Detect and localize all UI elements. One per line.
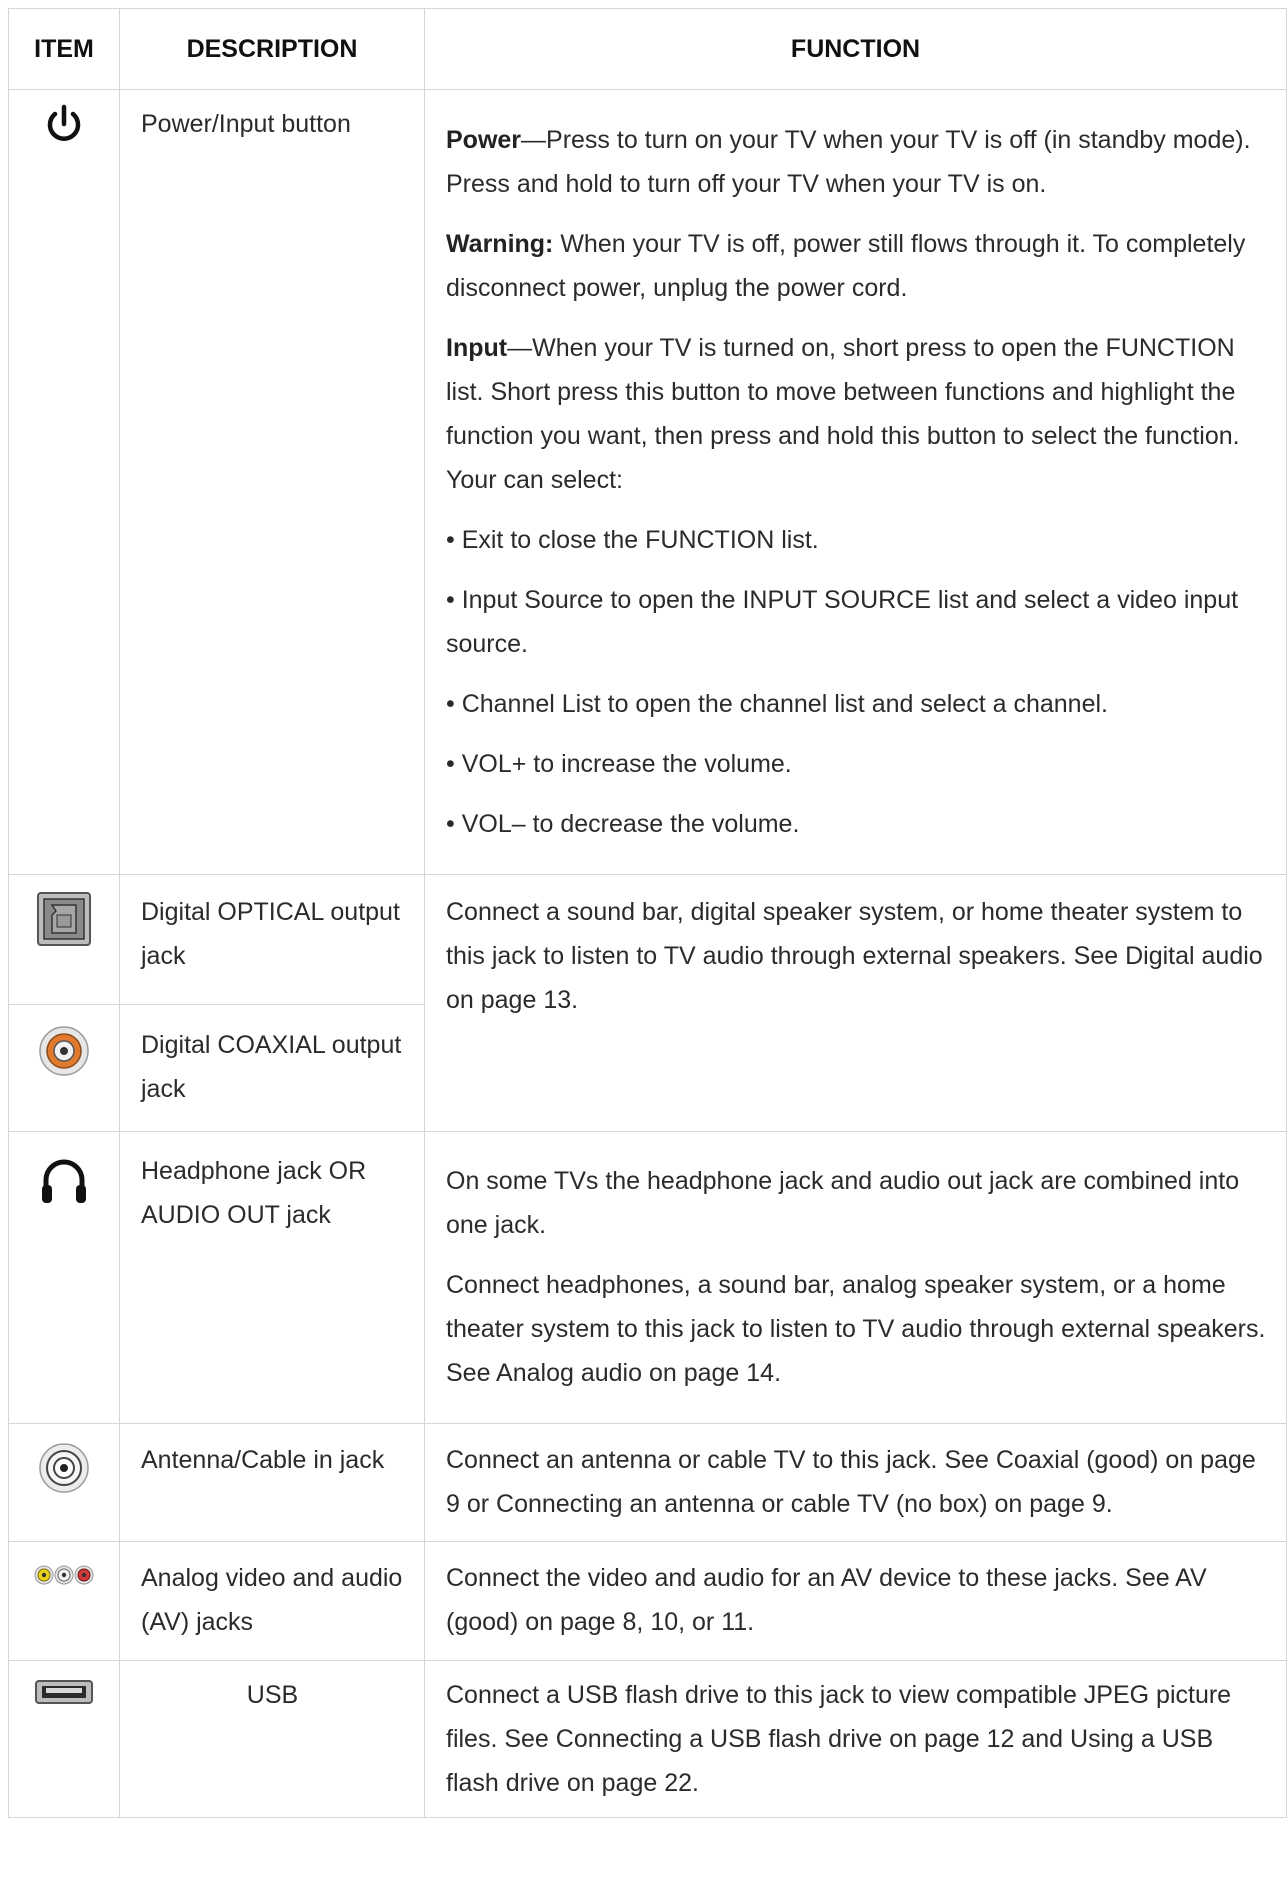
- item-cell: [8, 1660, 120, 1818]
- coaxial-out-jack-icon: [38, 1025, 90, 1091]
- item-cell: [8, 1423, 120, 1542]
- power-paragraph: Power—Press to turn on your TV when your…: [446, 118, 1266, 206]
- description-cell: Digital COAXIAL output jack: [119, 1004, 425, 1132]
- item-cell: [8, 89, 120, 875]
- function-cell: Connect a USB flash drive to this jack t…: [424, 1660, 1287, 1818]
- power-text: —Press to turn on your TV when your TV i…: [446, 126, 1251, 198]
- item-cell: [8, 1541, 120, 1661]
- description-cell: Headphone jack OR AUDIO OUT jack: [119, 1131, 425, 1424]
- function-cell: Power—Press to turn on your TV when your…: [424, 89, 1287, 875]
- headphone-icon: [39, 1154, 89, 1220]
- table-row-usb: USB Connect a USB flash drive to this ja…: [8, 1660, 1287, 1818]
- optical-jack-icon: [36, 891, 92, 961]
- function-cell: Connect a sound bar, digital speaker sys…: [424, 874, 1287, 1132]
- header-item: ITEM: [8, 8, 120, 90]
- description-cell: USB: [119, 1660, 425, 1818]
- table-row-headphone: Headphone jack OR AUDIO OUT jack On some…: [8, 1131, 1287, 1424]
- header-function: FUNCTION: [424, 8, 1287, 90]
- bullet-item: • Input Source to open the INPUT SOURCE …: [446, 586, 1239, 658]
- bullet-item: • VOL+ to increase the volume.: [446, 750, 792, 778]
- warning-text: When your TV is off, power still flows t…: [446, 230, 1246, 302]
- bullet-item: • VOL– to decrease the volume.: [446, 810, 800, 838]
- power-icon: [44, 102, 84, 160]
- page: ITEM DESCRIPTION FUNCTION Power/Input bu…: [0, 0, 1287, 1899]
- input-paragraph: Input—When your TV is turned on, short p…: [446, 326, 1266, 502]
- function-cell: Connect an antenna or cable TV to this j…: [424, 1423, 1287, 1542]
- av-jacks-icon: [33, 1556, 95, 1600]
- input-label: Input: [446, 334, 508, 362]
- description-cell: Antenna/Cable in jack: [119, 1423, 425, 1542]
- function-cell: On some TVs the headphone jack and audio…: [424, 1131, 1287, 1424]
- description-cell: Digital OPTICAL output jack: [119, 874, 425, 1005]
- headphone-paragraph-2: Connect headphones, a sound bar, analog …: [446, 1271, 1266, 1387]
- bullet-item: • Channel List to open the channel list …: [446, 690, 1108, 718]
- table-row-av: Analog video and audio (AV) jacks Connec…: [8, 1541, 1287, 1661]
- description-cell: Power/Input button: [119, 89, 425, 875]
- table-row-antenna: Antenna/Cable in jack Connect an antenna…: [8, 1423, 1287, 1542]
- jack-reference-table: ITEM DESCRIPTION FUNCTION Power/Input bu…: [8, 8, 1287, 1818]
- table-row-optical: Digital OPTICAL output jack Connect a so…: [8, 874, 1287, 1132]
- headphone-paragraph-1: On some TVs the headphone jack and audio…: [446, 1167, 1240, 1239]
- description-cell: Analog video and audio (AV) jacks: [119, 1541, 425, 1661]
- antenna-jack-icon: [38, 1442, 90, 1508]
- header-description: DESCRIPTION: [119, 8, 425, 90]
- power-label: Power: [446, 126, 522, 154]
- warning-label: Warning:: [446, 230, 554, 258]
- table-row-power: Power/Input button Power—Press to turn o…: [8, 89, 1287, 875]
- usb-icon: [34, 1675, 94, 1719]
- warning-paragraph: Warning: When your TV is off, power stil…: [446, 222, 1266, 310]
- bullet-item: • Exit to close the FUNCTION list.: [446, 526, 819, 554]
- table-header-row: ITEM DESCRIPTION FUNCTION: [8, 8, 1287, 90]
- item-cell: [8, 1131, 120, 1424]
- item-cell: [8, 1004, 120, 1132]
- item-cell: [8, 874, 120, 1005]
- function-cell: Connect the video and audio for an AV de…: [424, 1541, 1287, 1661]
- input-text: —When your TV is turned on, short press …: [446, 334, 1240, 494]
